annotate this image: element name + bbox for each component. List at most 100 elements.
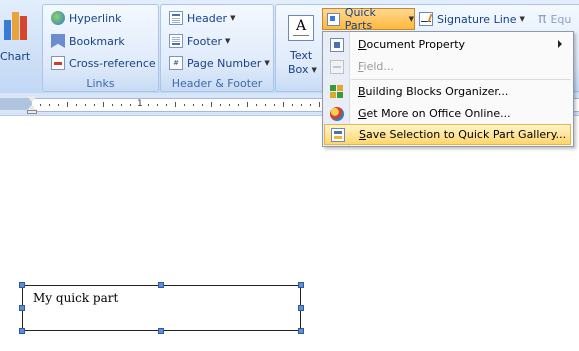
ruler-tick xyxy=(256,104,257,106)
text-box-label-line1: Text xyxy=(290,49,313,62)
ruler-tick xyxy=(292,104,293,106)
ruler-tick xyxy=(319,102,320,107)
bookmark-label: Bookmark xyxy=(69,34,125,48)
quick-parts-button[interactable]: Quick Parts ▼ xyxy=(322,6,415,32)
save-quick-part-label: ave Selection to Quick Part Gallery... xyxy=(365,128,567,141)
equation-button[interactable]: π Equ xyxy=(538,9,571,29)
signature-line-label: Signature Line xyxy=(437,12,517,26)
office-online-icon xyxy=(330,106,344,121)
menu-item-building-blocks-organizer[interactable]: Building Blocks Organizer... xyxy=(324,81,571,102)
footer-dropdown-icon: ▼ xyxy=(225,37,231,45)
text-box-dropdown-icon: ▼ xyxy=(311,65,317,74)
textbox-text: My quick part xyxy=(33,291,119,305)
ruler-tick xyxy=(85,104,86,106)
ruler-tick xyxy=(310,104,311,106)
resize-handle-bottom-right[interactable] xyxy=(298,328,304,334)
signature-line-dropdown-icon: ▼ xyxy=(519,15,525,23)
building-blocks-icon xyxy=(330,84,344,99)
resize-handle-top-center[interactable] xyxy=(158,282,164,288)
indent-marker-icon[interactable] xyxy=(27,96,37,114)
ruler-tick xyxy=(130,104,131,106)
resize-handle-top-right[interactable] xyxy=(298,282,304,288)
chart-button[interactable]: Chart xyxy=(0,4,36,90)
menu-separator xyxy=(351,79,571,80)
ruler-tick xyxy=(112,104,113,106)
resize-handle-bottom-left[interactable] xyxy=(19,328,25,334)
ruler-tick xyxy=(220,104,221,106)
footer-icon xyxy=(169,34,183,48)
ruler-tick xyxy=(157,104,158,106)
field-label: ield... xyxy=(363,60,394,73)
bookmark-icon xyxy=(51,34,65,48)
quick-parts-dropdown-icon: ▼ xyxy=(408,15,414,23)
hyperlink-label: Hyperlink xyxy=(69,11,122,25)
quick-parts-icon xyxy=(327,12,340,26)
ruler-tick xyxy=(238,104,239,106)
building-blocks-accel: B xyxy=(358,85,366,98)
ruler-tick xyxy=(211,102,212,107)
header-label: Header xyxy=(187,11,228,25)
menu-item-field[interactable]: Field... xyxy=(324,56,571,77)
ruler-tick xyxy=(265,104,266,106)
text-box-icon: A xyxy=(288,15,314,41)
ruler-tick xyxy=(184,104,185,106)
page-number-icon: # xyxy=(169,56,183,70)
header-button[interactable]: Header ▼ xyxy=(169,8,235,28)
chart-icon xyxy=(4,10,30,40)
ruler-tick xyxy=(49,104,50,106)
save-quick-part-accel: S xyxy=(359,128,366,141)
ruler-tick xyxy=(40,104,41,106)
quick-parts-menu: Document Property Field... Building Bloc… xyxy=(322,31,574,147)
save-quick-part-icon xyxy=(331,127,345,142)
header-footer-group: Header ▼ Footer ▼ # Page Number ▼ Header… xyxy=(160,4,274,92)
links-group-label: Links xyxy=(86,77,115,90)
footer-label: Footer xyxy=(187,34,222,48)
signature-line-button[interactable]: Signature Line ▼ xyxy=(419,9,525,29)
links-group: Hyperlink Bookmark Cross-reference Links xyxy=(42,4,159,92)
ruler-tick xyxy=(283,102,284,107)
office-online-accel: G xyxy=(358,107,367,120)
hyperlink-button[interactable]: Hyperlink xyxy=(51,8,122,28)
ruler-tick xyxy=(76,104,77,106)
building-blocks-label: uilding Blocks Organizer... xyxy=(365,85,509,98)
signature-line-icon xyxy=(419,12,433,26)
ruler-number: 1 xyxy=(137,99,143,109)
cross-reference-icon xyxy=(51,56,65,70)
page-number-dropdown-icon: ▼ xyxy=(264,59,270,67)
ruler-tick xyxy=(175,102,176,107)
ruler-tick xyxy=(202,104,203,106)
resize-handle-top-left[interactable] xyxy=(19,282,25,288)
cross-reference-button[interactable]: Cross-reference xyxy=(51,53,156,73)
document-property-icon xyxy=(330,37,344,52)
footer-button[interactable]: Footer ▼ xyxy=(169,31,230,51)
quick-part-textbox[interactable]: My quick part xyxy=(22,285,301,331)
cross-reference-label: Cross-reference xyxy=(69,56,156,70)
office-online-label: et More on Office Online... xyxy=(366,107,511,120)
ruler-tick xyxy=(67,102,68,107)
header-icon xyxy=(169,11,183,25)
pi-icon: π xyxy=(538,11,547,27)
ruler-tick xyxy=(148,104,149,106)
menu-item-save-selection-quick-part[interactable]: Save Selection to Quick Part Gallery... xyxy=(324,124,571,145)
ruler-tick xyxy=(247,102,248,107)
chart-label: Chart xyxy=(0,50,31,63)
bookmark-button[interactable]: Bookmark xyxy=(51,31,125,51)
equation-label: Equ xyxy=(550,12,572,26)
page-number-button[interactable]: # Page Number ▼ xyxy=(169,53,270,73)
ruler-tick xyxy=(103,102,104,107)
submenu-arrow-icon xyxy=(558,40,562,48)
ruler-tick xyxy=(193,104,194,106)
document-property-label: ocument Property xyxy=(366,38,466,51)
resize-handle-bottom-center[interactable] xyxy=(158,328,164,334)
field-icon xyxy=(330,59,344,74)
ruler-tick xyxy=(229,104,230,106)
ruler-tick xyxy=(301,104,302,106)
hyperlink-icon xyxy=(51,11,65,25)
menu-item-document-property[interactable]: Document Property xyxy=(324,34,571,55)
text-box-button[interactable]: A Text Box ▼ xyxy=(282,9,322,79)
ruler-tick xyxy=(166,104,167,106)
resize-handle-middle-left[interactable] xyxy=(19,305,25,311)
ruler-tick xyxy=(58,104,59,106)
menu-item-get-more-office-online[interactable]: Get More on Office Online... xyxy=(324,103,571,124)
resize-handle-middle-right[interactable] xyxy=(298,305,304,311)
